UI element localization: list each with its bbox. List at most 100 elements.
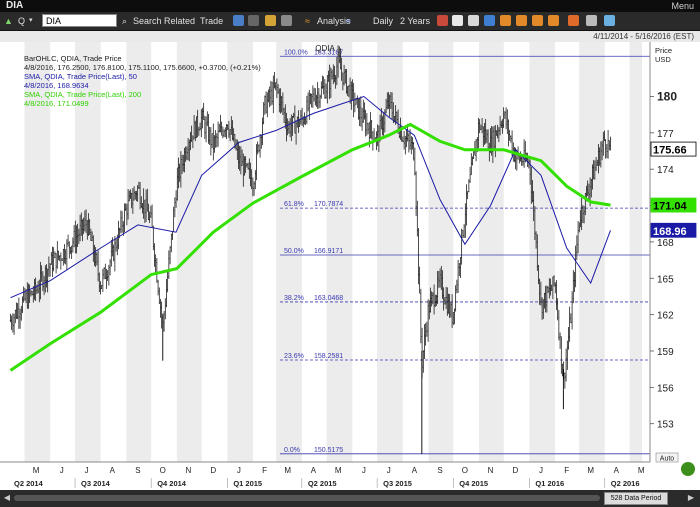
x-month-label: O [462,466,468,475]
fib-pct-label: 50.0% [284,248,304,255]
window-title: DIA [6,0,24,11]
scrollbar-thumb[interactable] [14,495,600,501]
studies-icon[interactable]: ≈ [346,14,351,28]
print-icon[interactable] [586,15,597,26]
y-axis-label: Price [655,46,672,55]
y-tick-label: 177 [657,129,674,140]
x-month-label: S [437,466,442,475]
auto-scale-label: Auto [660,456,675,463]
legend-price-values: 4/8/2016, 176.2500, 176.8100, 175.1100, … [24,63,261,72]
trade-menu[interactable]: Trade [200,14,223,28]
zoom-icon[interactable] [500,15,511,26]
month-band [529,42,556,462]
arrow-icon[interactable] [532,15,543,26]
legend-price-label: BarOHLC, QDIA, Trade Price [24,54,122,63]
settings-icon[interactable] [604,15,615,26]
cursor-icon[interactable] [548,15,559,26]
x-quarter-label: Q3 2015 [383,479,412,488]
menu-button[interactable]: Menu [671,0,694,12]
y-axis-unit: USD [655,55,671,64]
value-tag-label: 168.96 [653,226,687,238]
x-month-label: A [412,466,418,475]
range-menu[interactable]: 2 Years [400,14,430,28]
price-chart[interactable]: 100.0% 183.316761.8% 170.787450.0% 166.9171… [0,42,700,490]
x-month-label: M [638,466,645,475]
y-tick-label: 162 [657,311,674,322]
x-quarter-label: Q2 2015 [308,479,337,488]
y-tick-label: 153 [657,420,674,431]
redo-icon[interactable] [248,15,259,26]
split-icon[interactable] [516,15,527,26]
analysis-icon[interactable]: ≈ [305,14,310,28]
dropdown-chevron-icon[interactable]: ▾ [29,14,33,28]
x-month-label: J [60,466,64,475]
x-month-label: O [160,466,166,475]
layout-icon[interactable] [484,15,495,26]
month-band [227,42,253,462]
value-tag-label: 171.04 [653,201,688,213]
x-quarter-label: Q1 2016 [535,479,564,488]
fib-value-label: 158.2581 [314,353,343,360]
fib-pct-label: 100.0% [284,49,308,56]
folder-icon[interactable] [265,15,276,26]
fib-pct-label: 38.2% [284,295,304,302]
toolbar: ▲ Q ▾ DIA ⌕ Search Related Trade ≈ Analy… [0,12,700,31]
legend-sma50-label: SMA, QDIA, Trade Price(Last), 50 [24,72,137,81]
x-month-label: J [539,466,543,475]
search-icon[interactable]: ⌕ [122,14,127,28]
daily-menu[interactable]: Daily [373,14,393,28]
zoom-button[interactable] [681,462,695,476]
fib-value-label: 170.7874 [314,201,343,208]
x-month-label: J [237,466,241,475]
x-month-label: N [488,466,494,475]
x-month-label: D [512,466,518,475]
scroll-right-icon[interactable]: ▶ [686,493,696,503]
x-quarter-label: Q1 2015 [233,479,262,488]
x-axis-quarters: Q2 2014 Q3 2014 Q4 2014 Q1 2015 Q2 2015 Q3 20… [14,478,640,488]
data-period-button[interactable]: 528 Data Period [604,492,668,505]
x-month-label: M [335,466,342,475]
y-tick-label: 174 [657,165,674,176]
title-bar: DIA Menu [0,0,700,12]
q-icon[interactable]: Q [18,14,25,28]
search-button[interactable]: Search [133,14,162,28]
legend-sma200-value: 4/8/2016, 171.0499 [24,99,89,108]
x-quarter-label: Q4 2014 [157,479,187,488]
x-month-label: A [110,466,116,475]
grid-icon[interactable] [468,15,479,26]
x-month-label: S [135,466,140,475]
symbol-input[interactable]: DIA [42,14,117,27]
fib-value-label: 163.0468 [314,295,343,302]
date-range-text: 4/11/2014 - 5/16/2016 (EST) [593,32,694,41]
x-month-label: J [85,466,89,475]
related-menu[interactable]: Related [164,14,195,28]
x-month-label: M [284,466,291,475]
fib-pct-label: 0.0% [284,447,300,454]
value-tag-label: 175.66 [653,145,687,157]
y-tick-label: 159 [657,347,674,358]
x-quarter-label: Q3 2014 [81,479,111,488]
legend-sma200-label: SMA, QDIA, Trade Price(Last), 200 [24,90,141,99]
scroll-left-icon[interactable]: ◀ [2,493,12,503]
y-tick-label: 156 [657,383,674,394]
month-band [629,42,642,462]
arrow-up-icon[interactable]: ▲ [4,14,13,28]
x-month-label: D [210,466,216,475]
x-quarter-label: Q2 2016 [611,479,640,488]
x-month-label: A [614,466,620,475]
alert-icon[interactable] [568,15,579,26]
x-month-label: N [186,466,192,475]
undo-icon[interactable] [233,15,244,26]
chart-type-icon[interactable] [437,15,448,26]
date-range-bar: 4/11/2014 - 5/16/2016 (EST) [0,31,700,42]
x-month-label: F [262,466,267,475]
save-icon[interactable] [281,15,292,26]
draw-icon[interactable] [452,15,463,26]
x-month-label: M [587,466,594,475]
fib-pct-label: 23.6% [284,353,304,360]
month-band [126,42,152,462]
y-tick-label: 165 [657,274,674,285]
x-month-label: J [387,466,391,475]
x-month-label: A [311,466,317,475]
month-band [176,42,202,462]
